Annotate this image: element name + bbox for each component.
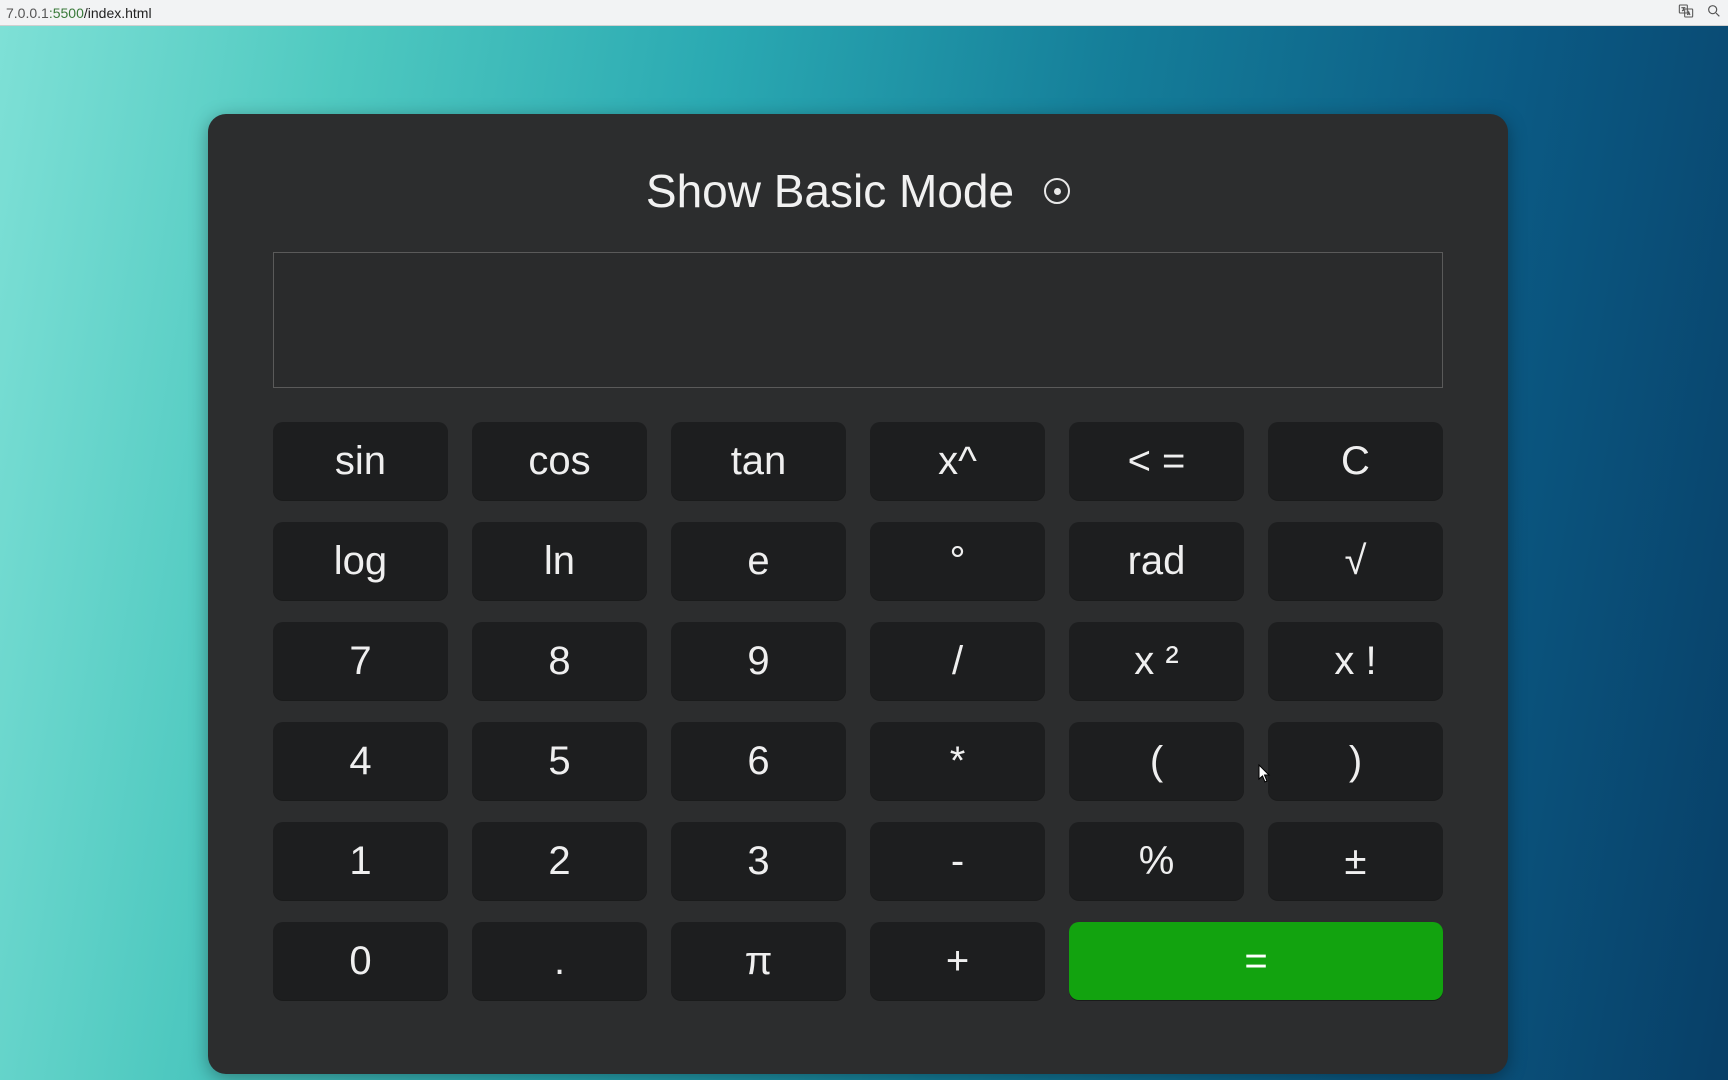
key-degree[interactable]: ° (870, 522, 1045, 600)
url-path: /index.html (84, 5, 152, 21)
key-multiply[interactable]: * (870, 722, 1045, 800)
page-background: Show Basic Mode sin cos tan x^ < = C log… (0, 26, 1728, 1080)
key-5[interactable]: 5 (472, 722, 647, 800)
key-divide[interactable]: / (870, 622, 1045, 700)
browser-address-bar: 7.0.0.1:5500/index.html (0, 0, 1728, 26)
browser-right-icons (1678, 3, 1722, 22)
key-1[interactable]: 1 (273, 822, 448, 900)
key-log[interactable]: log (273, 522, 448, 600)
key-open-paren[interactable]: ( (1069, 722, 1244, 800)
key-square[interactable]: x ² (1069, 622, 1244, 700)
key-decimal[interactable]: . (472, 922, 647, 1000)
key-e[interactable]: e (671, 522, 846, 600)
url-readout: 7.0.0.1:5500/index.html (6, 5, 152, 21)
key-close-paren[interactable]: ) (1268, 722, 1443, 800)
key-clear[interactable]: C (1268, 422, 1443, 500)
key-factorial[interactable]: x ! (1268, 622, 1443, 700)
key-3[interactable]: 3 (671, 822, 846, 900)
key-ln[interactable]: ln (472, 522, 647, 600)
calculator-card: Show Basic Mode sin cos tan x^ < = C log… (208, 114, 1508, 1074)
zoom-icon[interactable] (1706, 3, 1722, 22)
key-2[interactable]: 2 (472, 822, 647, 900)
mode-toggle-label[interactable]: Show Basic Mode (646, 164, 1014, 218)
key-rad[interactable]: rad (1069, 522, 1244, 600)
key-9[interactable]: 9 (671, 622, 846, 700)
url-port: :5500 (49, 5, 84, 21)
url-host: 7.0.0.1 (6, 5, 49, 21)
key-minus[interactable]: - (870, 822, 1045, 900)
key-4[interactable]: 4 (273, 722, 448, 800)
calculator-display[interactable] (273, 252, 1443, 388)
key-sqrt[interactable]: √ (1268, 522, 1443, 600)
key-0[interactable]: 0 (273, 922, 448, 1000)
key-power[interactable]: x^ (870, 422, 1045, 500)
key-sin[interactable]: sin (273, 422, 448, 500)
key-7[interactable]: 7 (273, 622, 448, 700)
key-percent[interactable]: % (1069, 822, 1244, 900)
key-tan[interactable]: tan (671, 422, 846, 500)
mode-toggle-row: Show Basic Mode (266, 156, 1450, 226)
key-backspace[interactable]: < = (1069, 422, 1244, 500)
key-pi[interactable]: π (671, 922, 846, 1000)
key-plusminus[interactable]: ± (1268, 822, 1443, 900)
translate-icon[interactable] (1678, 3, 1694, 22)
key-8[interactable]: 8 (472, 622, 647, 700)
mode-toggle-icon[interactable] (1044, 178, 1070, 204)
key-cos[interactable]: cos (472, 422, 647, 500)
key-plus[interactable]: + (870, 922, 1045, 1000)
key-equals[interactable]: = (1069, 922, 1443, 1000)
key-6[interactable]: 6 (671, 722, 846, 800)
calculator-keypad: sin cos tan x^ < = C log ln e ° rad √ 7 … (273, 422, 1443, 1000)
